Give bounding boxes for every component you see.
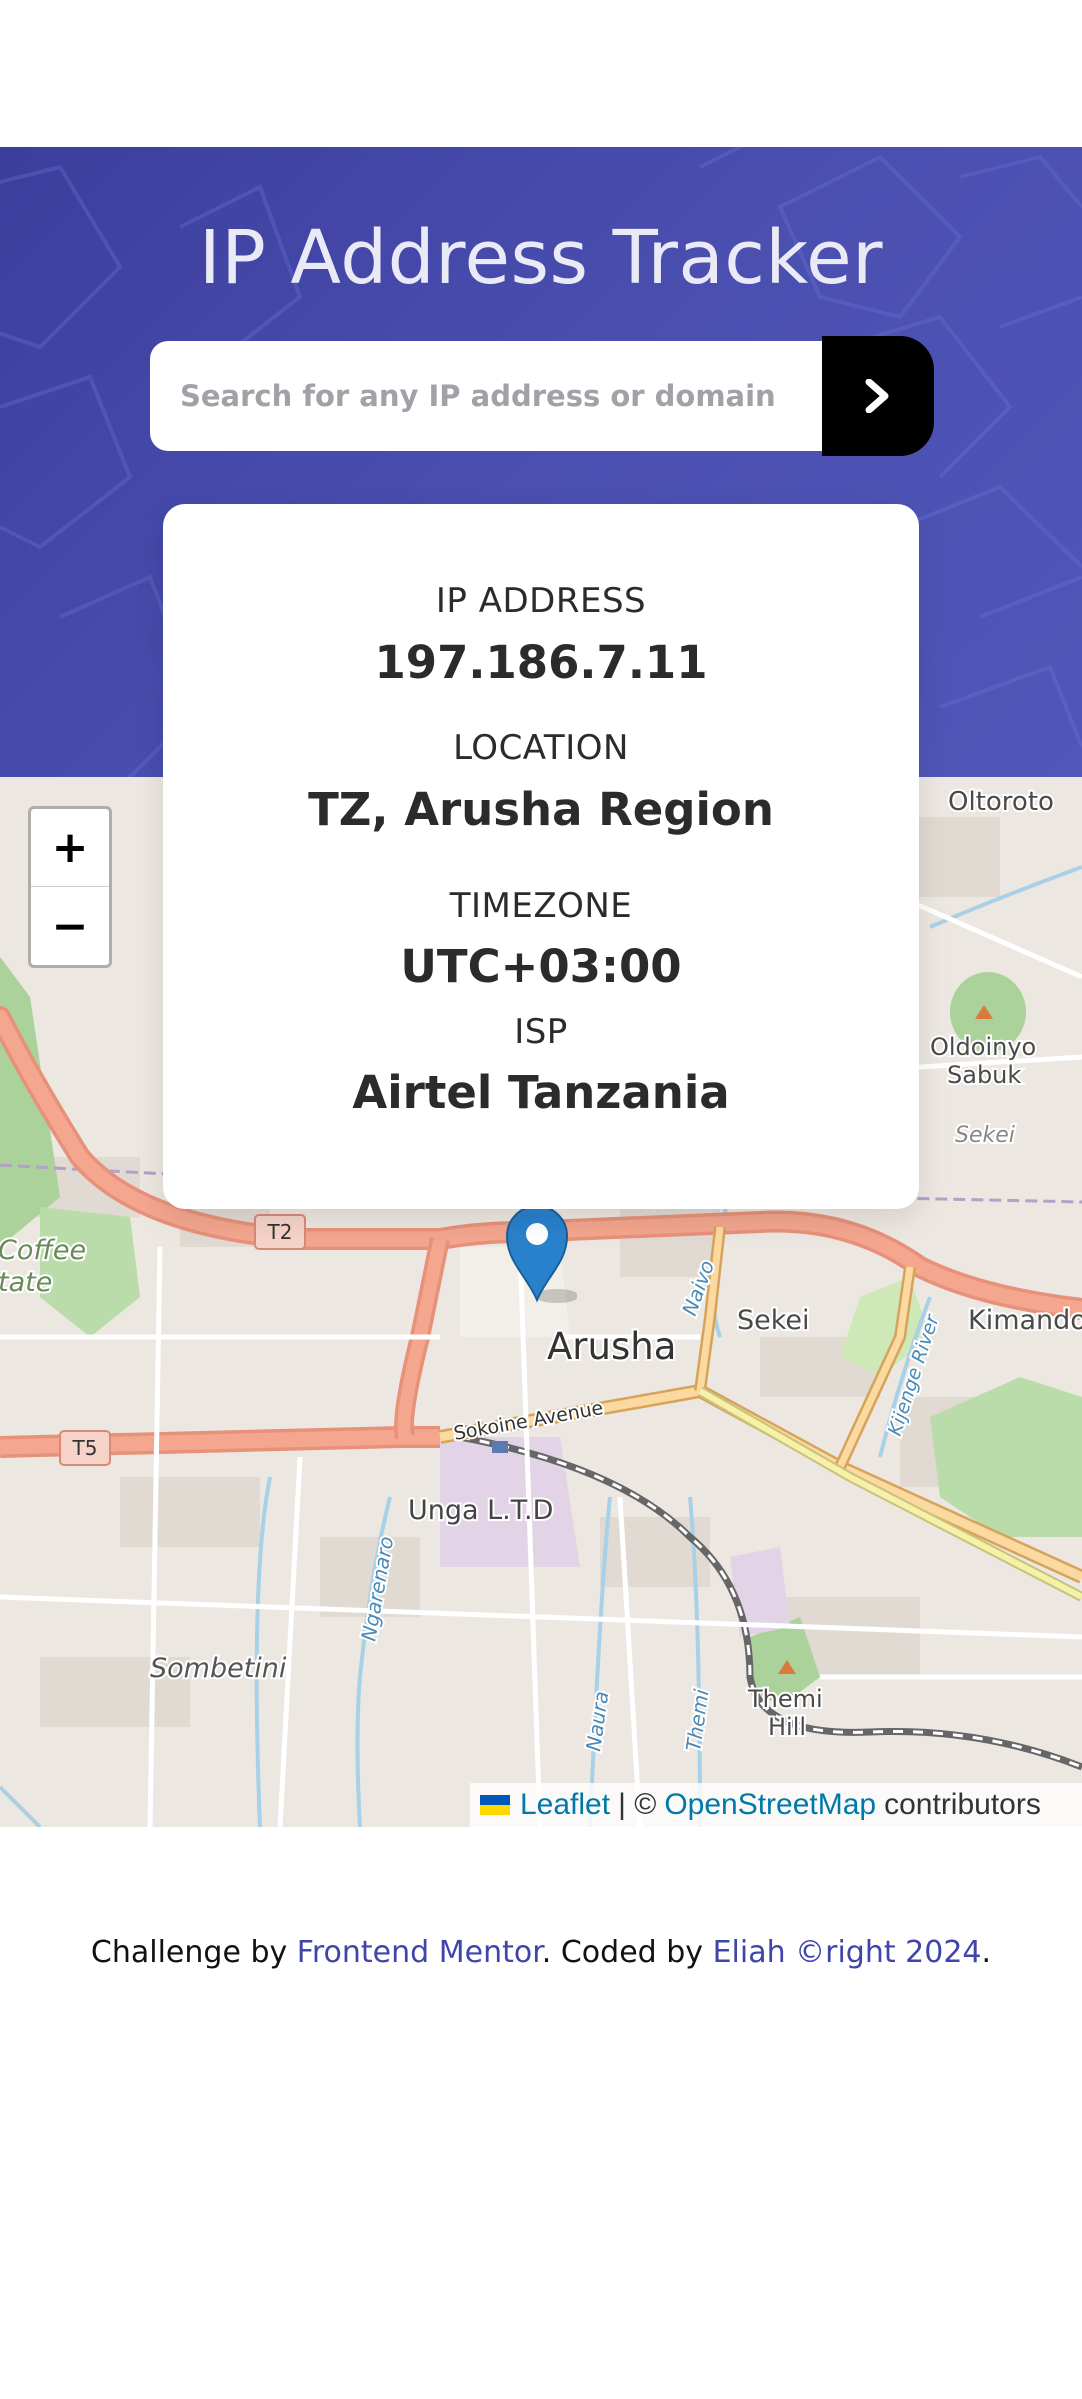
- map-attribution: Leaflet | © OpenStreetMap contributors: [470, 1783, 1082, 1827]
- search-input[interactable]: [150, 341, 850, 451]
- leaflet-link[interactable]: Leaflet: [520, 1788, 610, 1822]
- map-label-coffee: Coffee: [0, 1235, 86, 1266]
- zoom-in-button[interactable]: +: [31, 809, 109, 887]
- map-label-arusha: Arusha: [547, 1325, 676, 1368]
- attribution-footer: Challenge by Frontend Mentor. Coded by E…: [0, 1935, 1082, 1970]
- footer-middle: . Coded by: [541, 1935, 704, 1970]
- openstreetmap-link[interactable]: OpenStreetMap: [664, 1788, 876, 1822]
- map-label-t2: T2: [267, 1220, 293, 1244]
- map-label-sekei-top: Sekei: [955, 1123, 1015, 1148]
- search-submit-button[interactable]: [822, 336, 934, 456]
- location-marker-icon[interactable]: [505, 1204, 577, 1304]
- chevron-right-icon: [865, 379, 889, 413]
- ip-address-label: IP ADDRESS: [435, 581, 647, 621]
- map-label-tate: tate: [0, 1267, 52, 1298]
- footer-prefix: Challenge by: [90, 1935, 288, 1970]
- zoom-control: + −: [28, 806, 112, 968]
- location-value: TZ, Arusha Region: [308, 783, 774, 836]
- attribution-separator: | ©: [618, 1788, 657, 1821]
- map-label-kimandolu: Kimando: [968, 1305, 1082, 1336]
- timezone-label: TIMEZONE: [449, 886, 633, 926]
- frontend-mentor-link[interactable]: Frontend Mentor: [297, 1935, 542, 1970]
- map-label-oltoroto: Oltoroto: [948, 787, 1054, 817]
- footer-suffix: .: [981, 1935, 992, 1970]
- ukraine-flag-icon: [480, 1795, 510, 1815]
- map-label-sabuk: Sabuk: [947, 1061, 1021, 1089]
- timezone-value: UTC+03:00: [400, 940, 682, 993]
- isp-label: ISP: [514, 1012, 568, 1052]
- map-label-hill: Hill: [768, 1713, 806, 1741]
- map-label-sekei: Sekei: [737, 1305, 810, 1336]
- map-label-oldoinyo: Oldoinyo: [930, 1033, 1036, 1061]
- location-label: LOCATION: [453, 728, 629, 768]
- ip-info-card: IP ADDRESS 197.186.7.11 LOCATION TZ, Aru…: [163, 504, 919, 1209]
- map-label-sombetini: Sombetini: [150, 1653, 287, 1684]
- zoom-out-button[interactable]: −: [31, 887, 109, 965]
- map-label-unga: Unga L.T.D: [408, 1495, 553, 1526]
- map-label-themi-hill: Themi: [747, 1685, 823, 1713]
- isp-value: Airtel Tanzania: [352, 1066, 730, 1119]
- author-link[interactable]: Eliah ©right 2024: [713, 1935, 982, 1970]
- ip-address-value: 197.186.7.11: [374, 636, 708, 689]
- page-title: IP Address Tracker: [198, 215, 884, 301]
- attribution-suffix: contributors: [884, 1788, 1041, 1821]
- map-label-t5: T5: [72, 1436, 98, 1460]
